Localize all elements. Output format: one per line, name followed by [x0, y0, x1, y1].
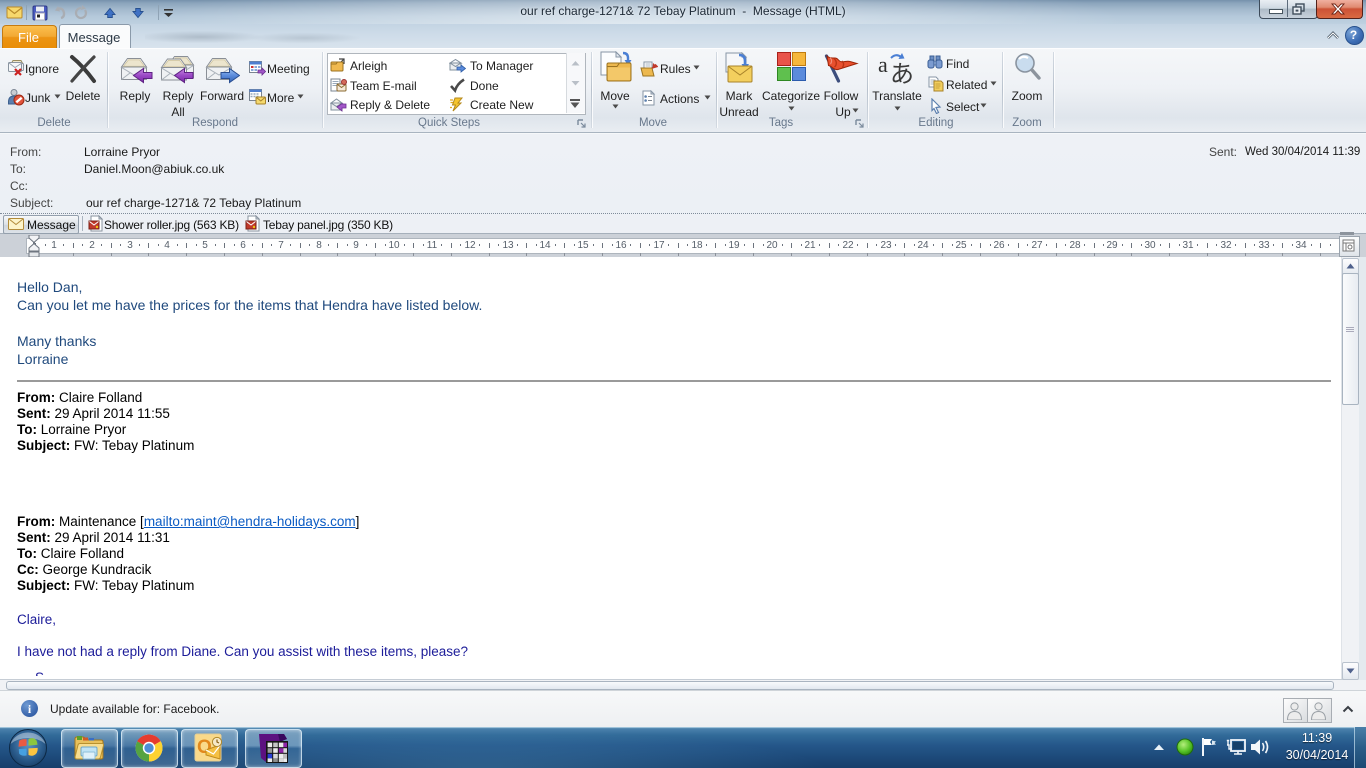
- svg-text:あ: あ: [890, 62, 914, 84]
- svg-text:a: a: [878, 52, 888, 77]
